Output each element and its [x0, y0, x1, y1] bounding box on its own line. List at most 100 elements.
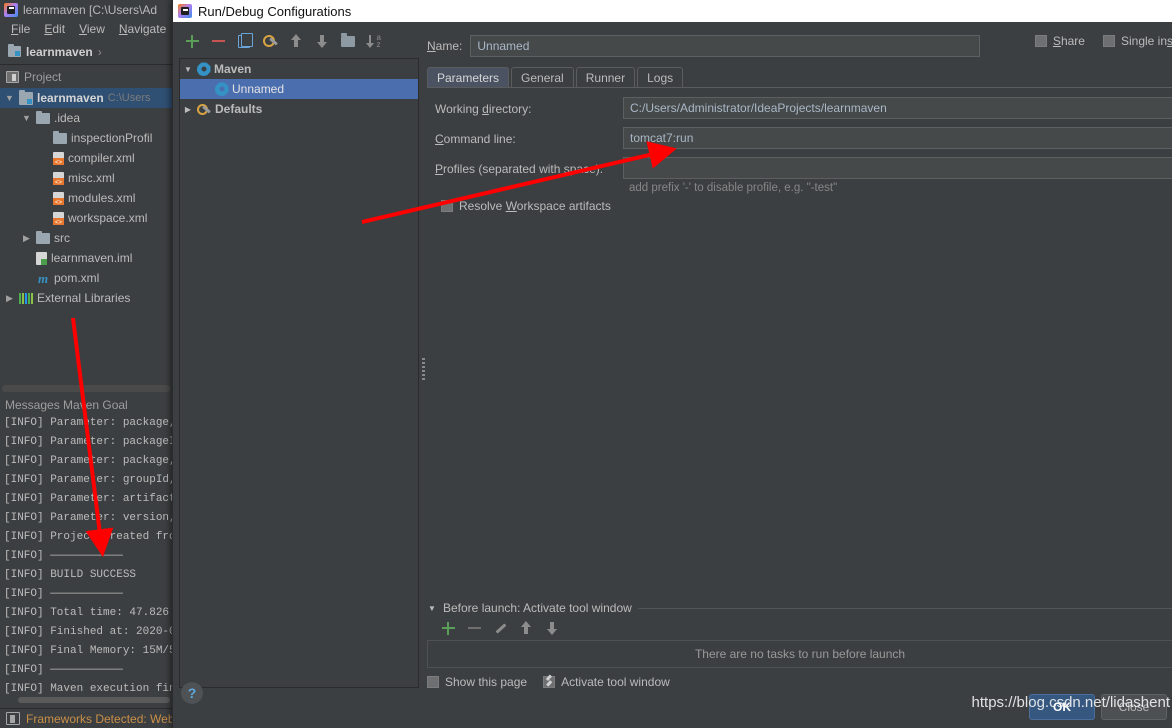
- name-label: Name:: [427, 39, 463, 53]
- configuration-tabs[interactable]: Parameters General Runner Logs: [427, 66, 1172, 88]
- single-instance-checkbox[interactable]: Single ins: [1102, 34, 1172, 48]
- chevron-right-icon[interactable]: ▶: [183, 105, 193, 114]
- tab-general[interactable]: General: [511, 67, 574, 88]
- project-tree-row-label: misc.xml: [68, 171, 115, 185]
- remove-configuration-button[interactable]: [205, 29, 231, 53]
- configuration-tree-row[interactable]: ▶ Defaults: [180, 99, 418, 119]
- minus-icon: [467, 627, 481, 629]
- xml-file-icon: [53, 171, 64, 185]
- before-launch-toolbar: [435, 616, 1172, 640]
- menu-file[interactable]: File: [4, 21, 37, 37]
- add-task-button[interactable]: [435, 616, 461, 640]
- move-task-down-button[interactable]: [539, 616, 565, 640]
- project-icon: [6, 71, 19, 83]
- folder-icon: [36, 110, 50, 124]
- before-launch-task-list[interactable]: There are no tasks to run before launch: [427, 640, 1172, 668]
- move-task-up-button[interactable]: [513, 616, 539, 640]
- menu-edit[interactable]: Edit: [37, 21, 72, 37]
- project-tree[interactable]: ▼ learnmaven C:\Users ▼ .idea inspectionProfi…: [0, 88, 172, 388]
- menu-view[interactable]: View: [72, 21, 112, 37]
- project-toolwindow-title: Project: [24, 70, 62, 84]
- project-tree-horizontal-scrollbar[interactable]: [2, 385, 170, 392]
- before-launch-title: Before launch: Activate tool window: [443, 601, 632, 615]
- working-directory-input[interactable]: C:/Users/Administrator/IdeaProjects/lear…: [623, 97, 1172, 119]
- project-tree-row[interactable]: inspectionProfil: [0, 128, 172, 148]
- library-icon: [19, 292, 33, 304]
- profiles-label-wrap: Profiles (separated with space):: [435, 162, 603, 176]
- xml-file-icon: [53, 211, 64, 225]
- chevron-down-icon[interactable]: ▼: [4, 93, 15, 103]
- help-button[interactable]: ?: [181, 682, 203, 704]
- dialog-title: Run/Debug Configurations: [198, 3, 352, 19]
- configuration-tree-toolbar: az: [179, 28, 419, 54]
- ide-window-title: learnmaven [C:\Users\Ad: [23, 2, 158, 17]
- project-tree-row[interactable]: ▼ learnmaven C:\Users: [0, 88, 172, 108]
- edit-templates-button[interactable]: [257, 29, 283, 53]
- show-this-page-checkbox[interactable]: Show this page: [427, 675, 527, 689]
- share-checkbox[interactable]: Share: [1034, 34, 1085, 48]
- breadcrumb[interactable]: learnmaven: [8, 44, 93, 59]
- sort-configurations-button[interactable]: az: [361, 29, 387, 53]
- project-tree-row[interactable]: misc.xml: [0, 168, 172, 188]
- configuration-tree-row[interactable]: ▼ Maven: [180, 59, 418, 79]
- console-horizontal-scrollbar[interactable]: [18, 697, 170, 703]
- project-tree-row[interactable]: ▶ External Libraries: [0, 288, 172, 308]
- add-configuration-button[interactable]: [179, 29, 205, 53]
- project-tree-row-label: learnmaven: [37, 91, 104, 105]
- parameters-tab-panel: Working directory: C:/Users/Administrato…: [427, 87, 1172, 587]
- section-divider: [637, 607, 1172, 609]
- menu-navigate[interactable]: Navigate: [112, 21, 173, 37]
- project-tree-row[interactable]: compiler.xml: [0, 148, 172, 168]
- chevron-down-icon: ▼: [428, 603, 436, 613]
- project-tree-row[interactable]: ▶ src: [0, 228, 172, 248]
- project-toolwindow-header[interactable]: Project: [0, 66, 172, 88]
- iml-file-icon: [36, 251, 47, 265]
- configuration-name-input[interactable]: Unnamed: [470, 35, 981, 57]
- configuration-form: Name: Unnamed Share Single ins Parameter…: [427, 22, 1172, 728]
- xml-file-icon: [53, 191, 64, 205]
- console-line: [INFO] Parameter: version,: [4, 512, 172, 524]
- project-tree-row-label: .idea: [54, 111, 81, 125]
- configuration-tree-row[interactable]: Unnamed: [180, 79, 418, 99]
- checkbox-box: [441, 200, 453, 212]
- move-up-button[interactable]: [283, 29, 309, 53]
- copy-configuration-button[interactable]: [231, 29, 257, 53]
- frameworks-detected-icon: [6, 712, 20, 725]
- command-line-label-wrap: Command line:: [435, 132, 516, 146]
- resolve-workspace-artifacts-checkbox[interactable]: Resolve Workspace artifacts: [441, 199, 611, 213]
- activate-tool-window-checkbox[interactable]: Activate tool window: [543, 675, 670, 689]
- project-tree-row[interactable]: ▼ .idea: [0, 108, 172, 128]
- edit-task-button[interactable]: [487, 616, 513, 640]
- chevron-down-icon[interactable]: ▼: [183, 65, 193, 74]
- move-down-button[interactable]: [309, 29, 335, 53]
- chevron-down-icon[interactable]: ▼: [21, 113, 32, 123]
- tab-logs[interactable]: Logs: [637, 67, 684, 88]
- configuration-tree-row-label: Unnamed: [232, 82, 285, 96]
- command-line-input[interactable]: tomcat7:run: [623, 127, 1172, 149]
- chevron-right-icon[interactable]: ▶: [21, 233, 32, 244]
- configuration-tree[interactable]: ▼ Maven Unnamed ▶ Defaults: [179, 58, 419, 688]
- project-tree-row-label: workspace.xml: [68, 211, 148, 225]
- before-launch-header[interactable]: ▼ Before launch: Activate tool window: [427, 600, 1172, 616]
- dialog-splitter[interactable]: [419, 58, 427, 688]
- before-launch-checkboxes: Show this page Activate tool window: [427, 675, 1172, 689]
- activate-tool-window-label: Activate tool window: [561, 675, 670, 689]
- before-launch-section: ▼ Before launch: Activate tool window Th…: [427, 600, 1172, 700]
- dialog-body: az ▼ Maven Unnamed ▶ Defaults Name: Unnamed …: [173, 22, 1172, 728]
- working-directory-label: Working directory:: [435, 102, 532, 116]
- folder-icon: [36, 230, 50, 244]
- tab-parameters[interactable]: Parameters: [427, 67, 510, 88]
- console-line: [INFO] ———————————: [4, 588, 123, 600]
- maven-console-output: [INFO] Parameter: package, [INFO] Paramet…: [0, 414, 172, 704]
- profiles-input[interactable]: [623, 157, 1172, 179]
- console-line: [INFO] BUILD SUCCESS: [4, 569, 137, 581]
- project-tree-row[interactable]: learnmaven.iml: [0, 248, 172, 268]
- chevron-right-icon[interactable]: ▶: [4, 293, 15, 304]
- tab-runner[interactable]: Runner: [575, 67, 636, 88]
- create-folder-button[interactable]: [335, 29, 361, 53]
- project-tree-row[interactable]: m pom.xml: [0, 268, 172, 288]
- project-tree-row[interactable]: modules.xml: [0, 188, 172, 208]
- remove-task-button[interactable]: [461, 616, 487, 640]
- project-tree-row[interactable]: workspace.xml: [0, 208, 172, 228]
- checkbox-box: [427, 676, 439, 688]
